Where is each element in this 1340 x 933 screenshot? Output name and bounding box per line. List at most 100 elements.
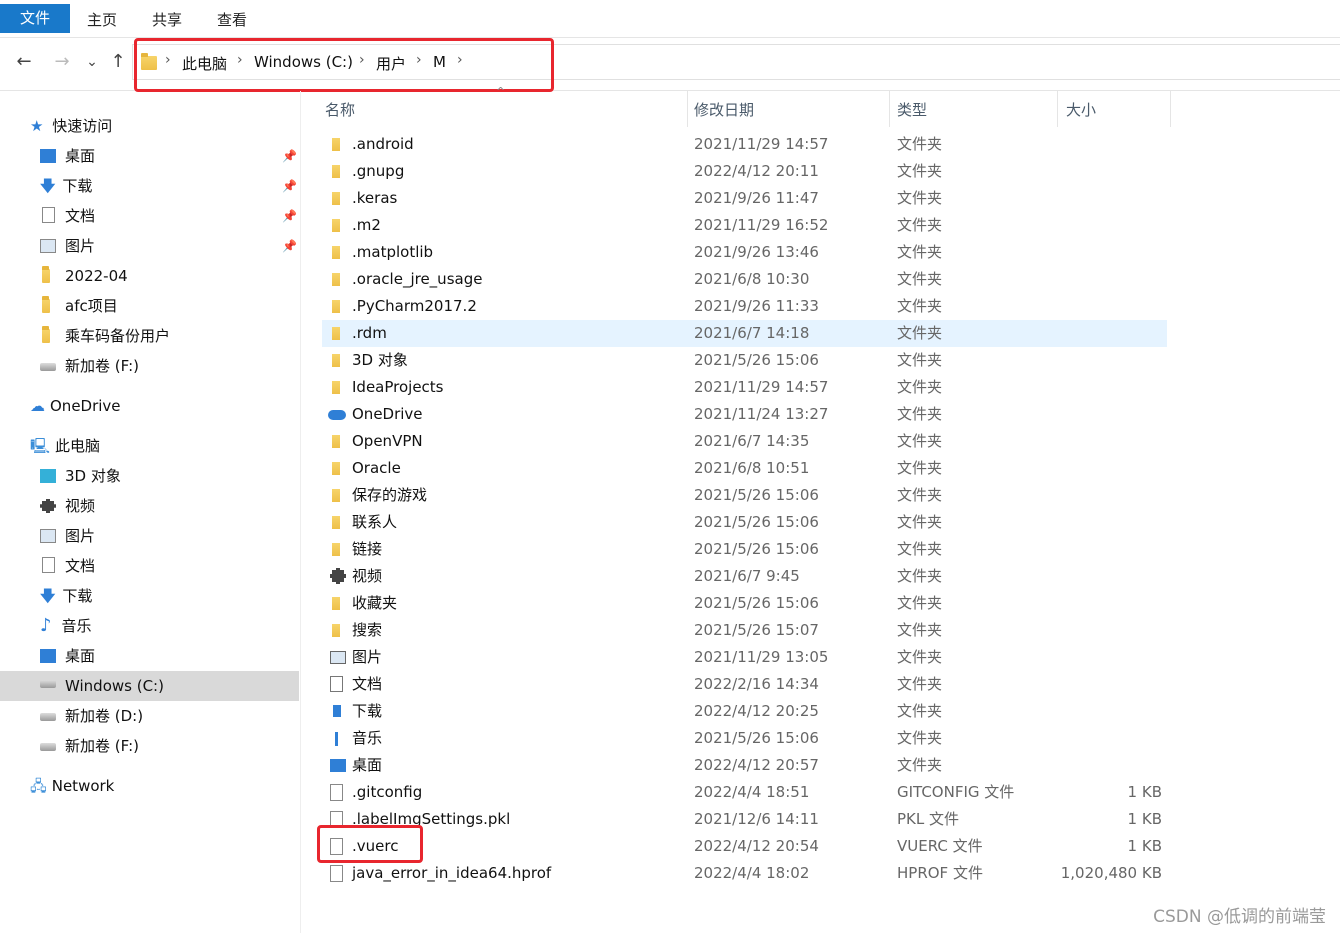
file-row[interactable]: 搜索 2021/5/26 15:07 文件夹 [322, 617, 1167, 644]
file-row[interactable]: .labelImgSettings.pkl 2021/12/6 14:11 PKL … [322, 806, 1167, 833]
file-row[interactable]: 保存的游戏 2021/5/26 15:06 文件夹 [322, 482, 1167, 509]
file-row[interactable]: .PyCharm2017.2 2021/9/26 11:33 文件夹 [322, 293, 1167, 320]
file-row[interactable]: 3D 对象 2021/5/26 15:06 文件夹 [322, 347, 1167, 374]
sidebar-item-downloads[interactable]: 🡇 下载 [40, 172, 92, 200]
desktop-icon [330, 759, 346, 772]
file-row[interactable]: IdeaProjects 2021/11/29 14:57 文件夹 [322, 374, 1167, 401]
sidebar-item-2022-04[interactable]: 2022-04 [40, 262, 128, 290]
file-row[interactable]: .gnupg 2022/4/12 20:11 文件夹 [322, 158, 1167, 185]
back-button[interactable]: ← [13, 50, 35, 74]
file-name: .android [352, 135, 414, 153]
file-row[interactable]: 联系人 2021/5/26 15:06 文件夹 [322, 509, 1167, 536]
file-row[interactable]: .gitconfig 2022/4/4 18:51 GITCONFIG 文件 1 KB [322, 779, 1167, 806]
file-name: 保存的游戏 [352, 486, 428, 504]
file-row[interactable]: 链接 2021/5/26 15:06 文件夹 [322, 536, 1167, 563]
file-type: 文件夹 [897, 675, 943, 693]
file-row[interactable]: java_error_in_idea64.hprof 2022/4/4 18:02… [322, 860, 1167, 887]
file-type: 文件夹 [897, 594, 943, 612]
recent-locations-button[interactable]: ⌄ [81, 50, 103, 74]
sidebar-item-windows-c[interactable]: Windows (C:) [0, 671, 299, 701]
sidebar-onedrive[interactable]: ☁ OneDrive [30, 392, 121, 420]
star-icon: ★ [30, 117, 44, 135]
sidebar-item-drive-f[interactable]: 新加卷 (F:) [40, 352, 139, 380]
sidebar-item-documents-pc[interactable]: 文档 [40, 552, 95, 580]
file-date-modified: 2021/11/29 16:52 [694, 216, 829, 234]
file-date-modified: 2021/6/8 10:30 [694, 270, 810, 288]
tab-file[interactable]: 文件 [0, 4, 70, 33]
tab-view[interactable]: 查看 [217, 6, 247, 34]
sidebar-item-afc[interactable]: afc项目 [40, 292, 118, 320]
sidebar-network[interactable]: 🖧 Network [30, 772, 114, 800]
ribbon: 文件 主页 共享 查看 [0, 0, 1340, 38]
column-name[interactable]: 名称 [325, 99, 355, 120]
file-row[interactable]: 图片 2021/11/29 13:05 文件夹 [322, 644, 1167, 671]
file-row[interactable]: 音乐 2021/5/26 15:06 文件夹 [322, 725, 1167, 752]
sidebar-item-videos[interactable]: 视频 [40, 492, 95, 520]
file-date-modified: 2021/5/26 15:07 [694, 621, 819, 639]
sidebar-item-desktop[interactable]: 桌面 [40, 142, 95, 170]
file-row[interactable]: .rdm 2021/6/7 14:18 文件夹 [322, 320, 1167, 347]
file-date-modified: 2021/5/26 15:06 [694, 540, 819, 558]
file-row[interactable]: 视频 2021/6/7 9:45 文件夹 [322, 563, 1167, 590]
file-name: .rdm [352, 324, 387, 342]
sidebar-item-pictures[interactable]: 图片 [40, 232, 95, 260]
sidebar-item-music[interactable]: ♪ 音乐 [40, 612, 92, 640]
file-type: 文件夹 [897, 351, 943, 369]
forward-button[interactable]: → [51, 50, 73, 74]
sidebar-this-pc[interactable]: 🖳 此电脑 [30, 432, 100, 460]
file-type: 文件夹 [897, 648, 943, 666]
file-icon [330, 784, 343, 801]
file-row[interactable]: .vuerc 2022/4/12 20:54 VUERC 文件 1 KB [322, 833, 1167, 860]
column-divider[interactable] [1170, 91, 1171, 127]
file-date-modified: 2021/5/26 15:06 [694, 729, 819, 747]
column-size[interactable]: 大小 [1066, 99, 1096, 120]
file-date-modified: 2021/6/8 10:51 [694, 459, 810, 477]
file-size: 1 KB [1127, 837, 1162, 855]
file-row[interactable]: Oracle 2021/6/8 10:51 文件夹 [322, 455, 1167, 482]
file-row[interactable]: 文档 2022/2/16 14:34 文件夹 [322, 671, 1167, 698]
sidebar-item-documents[interactable]: 文档 [40, 202, 95, 230]
sidebar-item-drive-f-pc[interactable]: 新加卷 (F:) [40, 732, 139, 760]
file-row[interactable]: .m2 2021/11/29 16:52 文件夹 [322, 212, 1167, 239]
sidebar-item-drive-d[interactable]: 新加卷 (D:) [40, 702, 143, 730]
folder-icon [332, 624, 340, 637]
folder-icon [42, 296, 50, 313]
file-type: 文件夹 [897, 621, 943, 639]
file-row[interactable]: .android 2021/11/29 14:57 文件夹 [322, 131, 1167, 158]
column-divider[interactable] [687, 91, 688, 127]
sidebar-item-backup[interactable]: 乘车码备份用户 [40, 322, 170, 350]
file-type: 文件夹 [897, 378, 943, 396]
file-name: .matplotlib [352, 243, 434, 261]
up-button[interactable]: ↑ [107, 50, 129, 74]
column-divider[interactable] [889, 91, 890, 127]
file-date-modified: 2021/5/26 15:06 [694, 594, 819, 612]
file-row[interactable]: OneDrive 2021/11/24 13:27 文件夹 [322, 401, 1167, 428]
cloud-icon [328, 410, 346, 420]
video-icon [40, 499, 56, 513]
file-row[interactable]: 收藏夹 2021/5/26 15:06 文件夹 [322, 590, 1167, 617]
music-icon [335, 732, 338, 746]
column-type[interactable]: 类型 [897, 99, 927, 120]
column-divider[interactable] [1057, 91, 1058, 127]
tab-share[interactable]: 共享 [152, 6, 182, 34]
file-row[interactable]: .matplotlib 2021/9/26 13:46 文件夹 [322, 239, 1167, 266]
folder-icon [332, 273, 340, 286]
folder-icon [332, 489, 340, 502]
file-row[interactable]: 桌面 2022/4/12 20:57 文件夹 [322, 752, 1167, 779]
file-type: HPROF 文件 [897, 864, 983, 882]
network-icon: 🖧 [30, 777, 47, 795]
file-row[interactable]: .keras 2021/9/26 11:47 文件夹 [322, 185, 1167, 212]
sidebar-item-3d-objects[interactable]: 3D 对象 [40, 462, 121, 490]
file-row[interactable]: .oracle_jre_usage 2021/6/8 10:30 文件夹 [322, 266, 1167, 293]
file-row[interactable]: OpenVPN 2021/6/7 14:35 文件夹 [322, 428, 1167, 455]
sidebar-quick-access[interactable]: ★ 快速访问 [30, 112, 112, 140]
file-name: 3D 对象 [352, 351, 408, 369]
file-row[interactable]: 下载 2022/4/12 20:25 文件夹 [322, 698, 1167, 725]
column-date-modified[interactable]: 修改日期 [694, 99, 754, 120]
sidebar-item-downloads-pc[interactable]: 🡇 下载 [40, 582, 92, 610]
computer-icon: 🖳 [30, 437, 51, 455]
tab-home[interactable]: 主页 [87, 6, 117, 34]
sidebar-item-desktop-pc[interactable]: 桌面 [40, 642, 95, 670]
sidebar-item-pictures-pc[interactable]: 图片 [40, 522, 95, 550]
folder-icon [332, 354, 340, 367]
